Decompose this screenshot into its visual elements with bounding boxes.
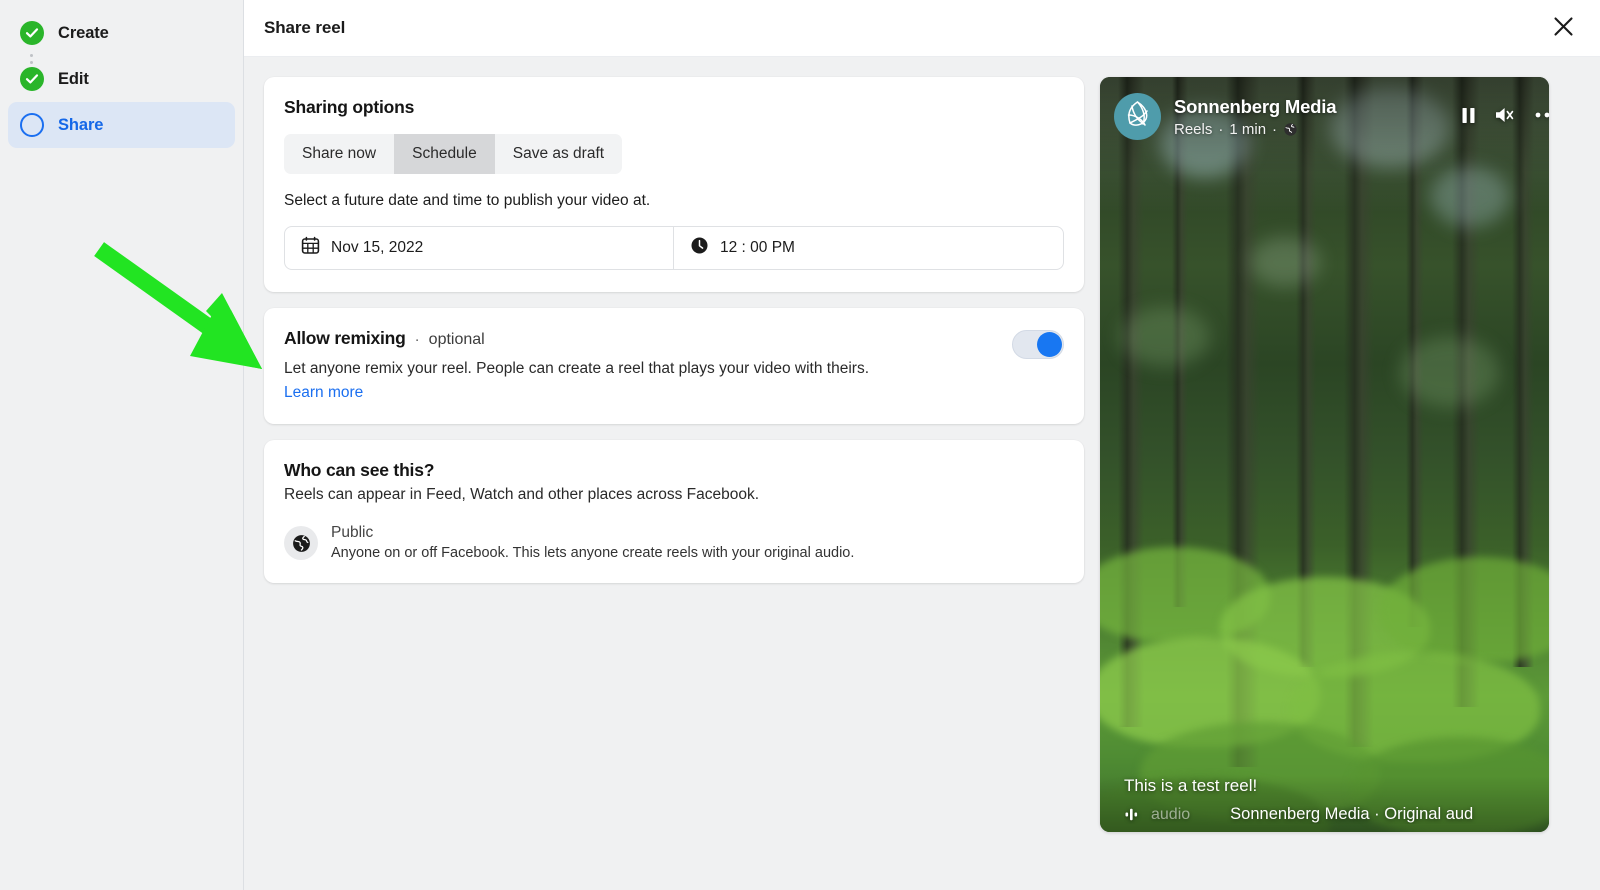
allow-remixing-title: Allow remixing [284, 328, 406, 348]
schedule-datetime-row: Nov 15, 2022 12 : 00 PM [284, 226, 1064, 270]
audio-waveform-icon [1124, 807, 1141, 822]
meta-separator: · [1218, 121, 1224, 138]
clock-icon [690, 236, 709, 260]
check-circle-icon [20, 67, 44, 91]
preview-top-bar: Sonnenberg Media Reels · 1 min · [1100, 77, 1549, 173]
page-title: Share reel [264, 18, 346, 37]
time-input[interactable]: 12 : 00 PM [674, 227, 1063, 269]
globe-icon [1283, 122, 1298, 137]
who-can-see-card: Who can see this? Reels can appear in Fe… [264, 440, 1084, 583]
preview-bottom-bar: This is a test reel! audio Sonnenberg Me… [1100, 776, 1549, 832]
audio-label: audio [1151, 805, 1191, 823]
preview-submeta: Reels · 1 min · [1174, 121, 1460, 138]
sharing-options-card: Sharing options Share now Schedule Save … [264, 77, 1084, 292]
date-input[interactable]: Nov 15, 2022 [285, 227, 674, 269]
sidebar-item-create[interactable]: Create [8, 10, 235, 56]
account-name: Sonnenberg Media [1174, 96, 1337, 117]
check-circle-icon [20, 21, 44, 45]
allow-remixing-toggle[interactable] [1012, 330, 1064, 359]
audience-row[interactable]: Public Anyone on or off Facebook. This l… [284, 524, 1064, 561]
meta-type: Reels [1174, 121, 1213, 138]
audience-description: Anyone on or off Facebook. This lets any… [331, 545, 855, 561]
main-panel: Share reel Sharing options Share now Sch… [244, 0, 1600, 890]
preview-controls [1460, 93, 1549, 125]
forest-video-frame [1100, 77, 1549, 832]
allow-remixing-header: Allow remixing · optional Let anyone rem… [284, 328, 1064, 402]
mute-icon[interactable] [1494, 105, 1518, 125]
settings-column: Sharing options Share now Schedule Save … [244, 77, 1100, 890]
audio-attribution: Sonnenberg Media · Original aud [1230, 805, 1474, 823]
content-area: Sharing options Share now Schedule Save … [244, 57, 1600, 890]
sidebar-item-edit[interactable]: Edit [8, 56, 235, 102]
reel-video-preview[interactable]: Sonnenberg Media Reels · 1 min · This is… [1100, 77, 1549, 832]
close-icon [1553, 16, 1574, 40]
more-options-icon[interactable] [1535, 112, 1549, 118]
sharing-mode-segmented-control[interactable]: Share now Schedule Save as draft [284, 134, 623, 174]
preview-account-meta: Sonnenberg Media Reels · 1 min · [1174, 93, 1460, 138]
learn-more-link[interactable]: Learn more [284, 384, 363, 402]
share-now-button[interactable]: Share now [284, 134, 394, 174]
date-value: Nov 15, 2022 [331, 239, 424, 256]
who-can-see-title: Who can see this? [284, 460, 435, 480]
preview-column: Sonnenberg Media Reels · 1 min · This is… [1100, 77, 1600, 890]
allow-remixing-title-line: Allow remixing · optional [284, 328, 1012, 349]
optional-label: optional [428, 331, 485, 348]
sidebar-item-label: Create [58, 23, 109, 42]
avatar[interactable] [1114, 93, 1161, 140]
sidebar-item-share[interactable]: Share [8, 102, 235, 148]
sidebar-item-label: Share [58, 115, 104, 134]
time-value: 12 : 00 PM [720, 239, 795, 256]
audience-name: Public [331, 524, 374, 541]
schedule-helper-text: Select a future date and time to publish… [284, 192, 651, 209]
sharing-options-title: Sharing options [284, 97, 415, 117]
bullet-separator: · [414, 331, 420, 348]
save-as-draft-button[interactable]: Save as draft [495, 134, 622, 174]
audio-attribution-row: audio Sonnenberg Media · Original aud [1124, 805, 1535, 824]
circle-outline-icon [20, 113, 44, 137]
steps-sidebar: Create Edit Share [0, 0, 244, 890]
globe-icon [284, 526, 318, 560]
meta-duration: 1 min [1229, 121, 1267, 138]
dialog-header: Share reel [244, 0, 1600, 57]
reel-caption: This is a test reel! [1124, 776, 1258, 795]
schedule-button[interactable]: Schedule [394, 134, 495, 174]
toggle-knob [1037, 332, 1062, 357]
close-button[interactable] [1544, 9, 1582, 47]
sidebar-item-label: Edit [58, 69, 89, 88]
sonnenberg-leaf-logo [1121, 98, 1154, 136]
allow-remixing-card: Allow remixing · optional Let anyone rem… [264, 308, 1084, 424]
pause-icon[interactable] [1460, 106, 1477, 125]
who-can-see-description: Reels can appear in Feed, Watch and othe… [284, 486, 760, 503]
allow-remixing-description: Let anyone remix your reel. People can c… [284, 360, 870, 377]
calendar-icon [301, 236, 320, 260]
meta-separator: · [1272, 121, 1278, 138]
